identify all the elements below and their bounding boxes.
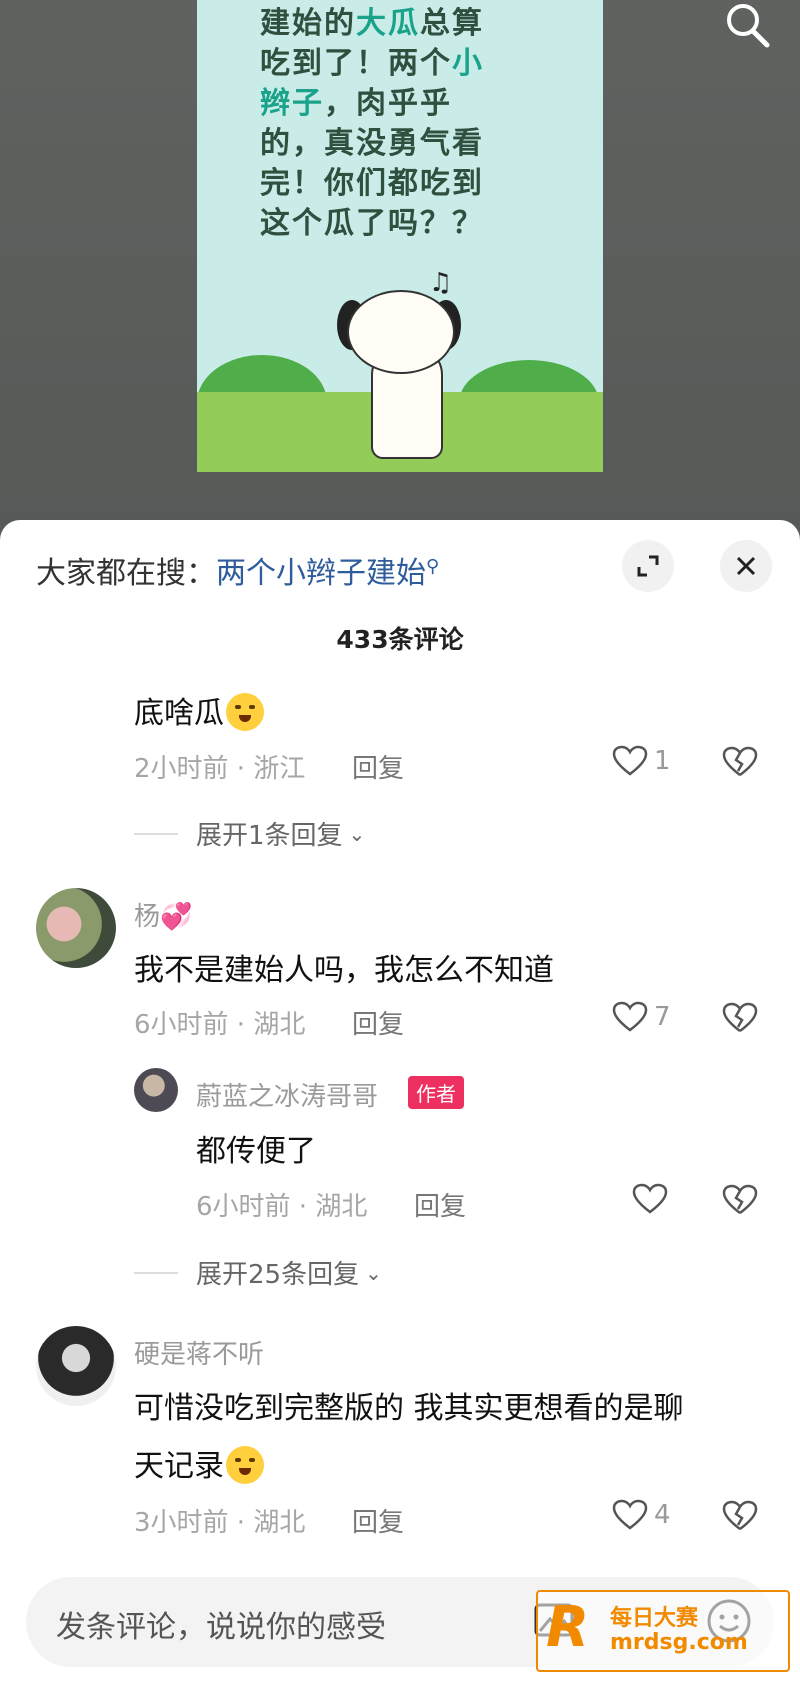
chevron-down-icon: ⌄ xyxy=(365,1260,382,1285)
like-count: 7 xyxy=(654,1002,671,1032)
like-button[interactable] xyxy=(632,1183,668,1215)
search-icon[interactable] xyxy=(722,0,772,50)
caption-text: 这个瓜了吗？？ xyxy=(260,206,484,241)
broken-heart-icon xyxy=(722,746,758,776)
comment-meta: 6小时前 · 湖北 xyxy=(134,1010,306,1040)
watermark-title: 每日大赛 xyxy=(610,1606,699,1631)
reply-button[interactable]: 回复 xyxy=(352,1502,404,1539)
divider-line xyxy=(134,832,178,835)
heart-icon xyxy=(612,745,648,776)
video-frame[interactable]: 建始的大瓜总算 吃到了！两个小 辫子，肉乎乎 的，真没勇气看 完！你们都吃到 这个瓜了吗？… xyxy=(197,0,603,472)
comment-username[interactable]: 杨💞 xyxy=(134,896,192,933)
caption-text: 建始的 xyxy=(260,6,356,41)
crying-emoji-icon xyxy=(226,692,264,731)
reply-button[interactable]: 回复 xyxy=(414,1186,466,1223)
comment-meta: 2小时前 · 浙江 xyxy=(134,754,306,784)
like-count: 1 xyxy=(654,746,671,776)
reply-text: 都传便了 xyxy=(196,1134,316,1169)
caption-line: 辫子，肉乎乎 xyxy=(260,84,530,124)
avatar[interactable] xyxy=(36,1326,116,1406)
caption-line: 这个瓜了吗？？ xyxy=(260,204,530,244)
caption-text: 吃到了！两个 xyxy=(260,46,452,81)
comment-text: 我不是建始人吗，我怎么不知道 xyxy=(134,953,554,988)
caption-text: 总算 xyxy=(420,6,484,41)
reply-button[interactable]: 回复 xyxy=(352,748,404,785)
dislike-button[interactable] xyxy=(722,746,758,782)
dislike-button[interactable] xyxy=(722,1500,758,1536)
watermark-url: mrdsg.com xyxy=(610,1630,748,1655)
author-badge: 作者 xyxy=(408,1076,464,1109)
music-note-icon: ♫ xyxy=(429,268,453,298)
expand-replies[interactable]: 展开1条回复 ⌄ xyxy=(134,815,365,852)
avatar[interactable] xyxy=(36,888,116,968)
heart-icon xyxy=(612,1001,648,1032)
watermark: R 每日大赛 mrdsg.com xyxy=(536,1590,790,1672)
expand-icon xyxy=(637,555,659,577)
trending-prefix: 大家都在搜： xyxy=(36,556,216,591)
caption-line: 建始的大瓜总算 xyxy=(260,4,530,44)
caption-text: ，肉乎乎 xyxy=(324,86,452,121)
trending-search: 大家都在搜：两个小辫子建始⚲ xyxy=(36,548,439,592)
dislike-button[interactable] xyxy=(722,1184,758,1220)
trending-query-link[interactable]: 两个小辫子建始 xyxy=(216,556,426,591)
caption-line: 完！你们都吃到 xyxy=(260,164,530,204)
broken-heart-icon xyxy=(722,1184,758,1214)
comment-text-line2: 天记录 xyxy=(134,1441,264,1487)
chevron-down-icon: ⌄ xyxy=(348,821,366,846)
comment-username[interactable]: 硬是蒋不听 xyxy=(134,1334,264,1371)
caption-text: 完！你们都吃到 xyxy=(260,166,484,201)
like-button[interactable]: 1 xyxy=(612,745,671,777)
heart-icon xyxy=(632,1183,668,1214)
comment-text-line1: 可惜没吃到完整版的 我其实更想看的是聊 xyxy=(134,1391,684,1426)
crying-laugh-emoji-icon xyxy=(226,1445,264,1484)
reply-username[interactable]: 蔚蓝之冰涛哥哥 xyxy=(196,1076,378,1113)
caption-highlight: 小 xyxy=(452,46,484,81)
expand-replies[interactable]: 展开25条回复 ⌄ xyxy=(134,1254,382,1291)
close-button[interactable] xyxy=(720,540,772,592)
heart-icon xyxy=(612,1499,648,1530)
comment-count: 433条评论 xyxy=(336,625,464,654)
video-caption: 建始的大瓜总算 吃到了！两个小 辫子，肉乎乎 的，真没勇气看 完！你们都吃到 这个瓜了吗？… xyxy=(260,4,530,244)
expand-replies-label: 展开25条回复 xyxy=(196,1260,360,1290)
reply-meta: 6小时前 · 湖北 xyxy=(196,1192,368,1222)
like-button[interactable]: 7 xyxy=(612,1001,671,1033)
hearts-emoji-icon: 💞 xyxy=(160,902,193,932)
like-count: 4 xyxy=(654,1500,671,1530)
broken-heart-icon xyxy=(722,1002,758,1032)
caption-text: 的，真没勇气看 xyxy=(260,126,484,161)
search-small-icon: ⚲ xyxy=(426,556,440,577)
comment-input-placeholder[interactable]: 发条评论，说说你的感受 xyxy=(56,1602,386,1646)
divider-line xyxy=(134,1271,178,1274)
caption-line: 吃到了！两个小 xyxy=(260,44,530,84)
caption-highlight: 辫子 xyxy=(260,86,324,121)
close-icon xyxy=(736,556,756,576)
like-button[interactable]: 4 xyxy=(612,1499,671,1531)
dog-head xyxy=(347,290,455,374)
watermark-logo: R xyxy=(546,1595,590,1660)
dislike-button[interactable] xyxy=(722,1002,758,1038)
expand-replies-label: 展开1条回复 xyxy=(196,821,343,851)
comment-meta: 3小时前 · 湖北 xyxy=(134,1508,306,1538)
broken-heart-icon xyxy=(722,1500,758,1530)
caption-highlight: 大瓜 xyxy=(356,6,420,41)
expand-button[interactable] xyxy=(622,540,674,592)
reply-button[interactable]: 回复 xyxy=(352,1004,404,1041)
avatar[interactable] xyxy=(134,1068,178,1112)
caption-line: 的，真没勇气看 xyxy=(260,124,530,164)
comment-text: 底啥瓜 xyxy=(134,688,264,734)
